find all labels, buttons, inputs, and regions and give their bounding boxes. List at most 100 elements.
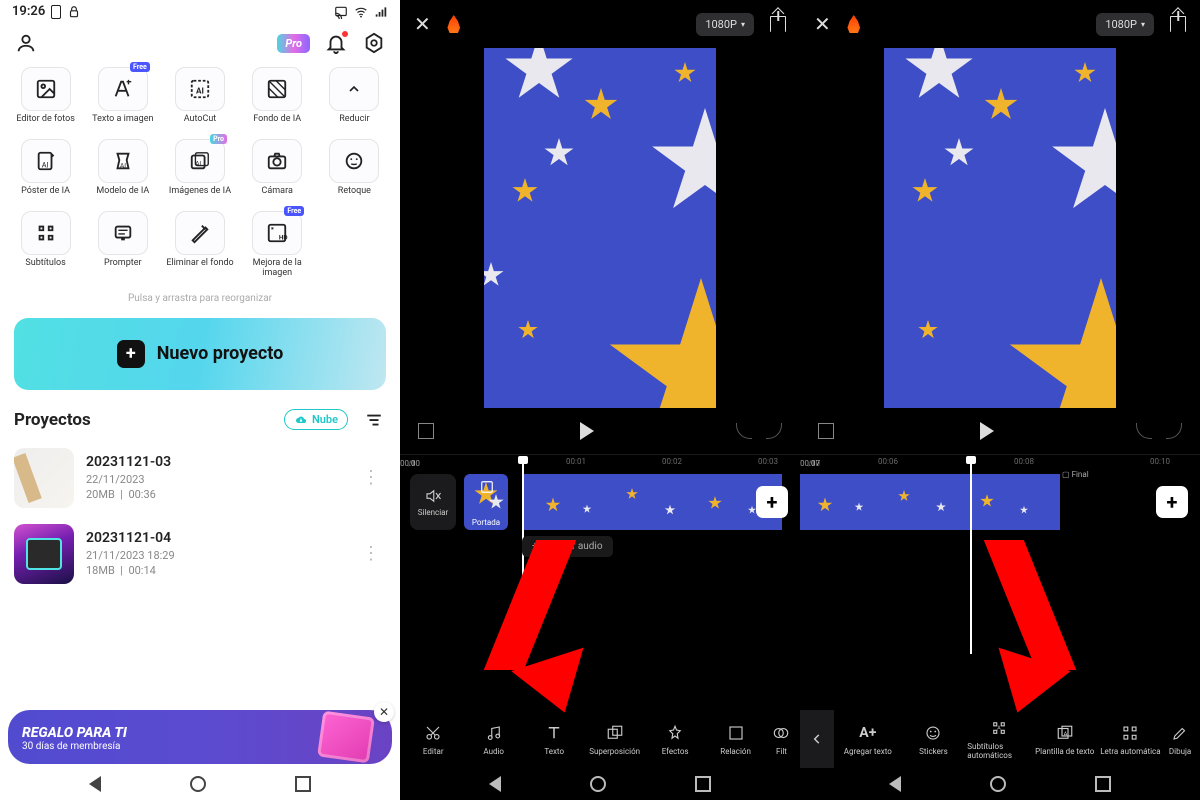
filter-icon[interactable] <box>362 408 386 432</box>
add-clip-button[interactable]: + <box>1156 486 1188 518</box>
tool-camara[interactable]: Cámara <box>240 139 315 205</box>
close-icon[interactable]: ✕ <box>414 12 431 36</box>
tool-eliminar-fondo[interactable]: Eliminar el fondo <box>162 211 237 279</box>
tool-letra-auto[interactable]: Letra automática <box>1099 723 1163 756</box>
tool-dibujar[interactable]: Dibuja <box>1164 723 1196 756</box>
pro-badge[interactable]: Pro <box>277 34 310 53</box>
tool-grid: Editor de fotos FreeTexto a imagen AIAut… <box>0 65 400 283</box>
more-icon[interactable]: ⋮ <box>356 467 386 488</box>
tool-fondo-ia[interactable]: Fondo de IA <box>240 67 315 133</box>
timeline-ruler[interactable]: 00:00 / 00:10 00:01 00:02 00:03 <box>400 454 800 470</box>
clip[interactable] <box>800 474 1060 530</box>
svg-text:A: A <box>1063 731 1067 738</box>
tool-stickers[interactable]: Stickers <box>902 723 966 756</box>
tool-editor-fotos[interactable]: Editor de fotos <box>8 67 83 133</box>
back-nav-icon[interactable] <box>889 776 901 792</box>
final-label: ▢ Final <box>1062 470 1089 479</box>
video-preview[interactable] <box>484 48 716 408</box>
play-icon[interactable] <box>980 422 994 440</box>
recents-nav-icon[interactable] <box>295 776 311 792</box>
tool-texto[interactable]: Texto <box>525 723 583 756</box>
panel-home: 19:26 Pro Editor de fotos FreeTexto <box>0 0 400 800</box>
android-navbar <box>400 768 800 800</box>
profile-icon[interactable] <box>14 31 38 55</box>
more-icon[interactable]: ⋮ <box>356 543 386 564</box>
project-name: 20231121-03 <box>86 454 344 470</box>
tool-editar[interactable]: Editar <box>404 723 462 756</box>
tool-efectos[interactable]: Efectos <box>646 723 704 756</box>
timeline[interactable]: Silenciar Portada + + Agregar audio <box>400 474 800 564</box>
undo-icon[interactable] <box>736 423 752 439</box>
tool-filtros[interactable]: Filt <box>767 723 796 756</box>
tool-superposicion[interactable]: Superposición <box>585 723 643 756</box>
resolution-button[interactable]: 1080P▾ <box>1096 13 1154 36</box>
fullscreen-icon[interactable] <box>818 423 834 439</box>
recents-nav-icon[interactable] <box>1095 776 1111 792</box>
tool-subtitulos-auto[interactable]: ASubtítulos automáticos <box>967 718 1031 760</box>
add-audio-button[interactable]: + Agregar audio <box>522 536 613 557</box>
timeline-ruler[interactable]: 00:07 / 00:10 00:06 00:08 00:10 <box>800 454 1200 470</box>
svg-text:AI: AI <box>196 87 204 97</box>
preview-controls <box>800 408 1200 454</box>
cast-icon <box>334 5 348 19</box>
settings-icon[interactable] <box>362 31 386 55</box>
tool-mejora-imagen[interactable]: FreeHDMejora de la imagen <box>240 211 315 279</box>
tool-retoque[interactable]: Retoque <box>317 139 392 205</box>
back-nav-icon[interactable] <box>89 776 101 792</box>
export-icon[interactable] <box>770 16 786 32</box>
tool-poster-ia[interactable]: AIPóster de IA <box>8 139 83 205</box>
tool-imagenes-ia[interactable]: ProAIImágenes de IA <box>162 139 237 205</box>
notifications-icon[interactable] <box>324 31 348 55</box>
home-nav-icon[interactable] <box>190 776 206 792</box>
project-item[interactable]: 20231121-04 21/11/2023 18:29 18MB | 00:1… <box>0 516 400 592</box>
tool-agregar-texto[interactable]: A+Agregar texto <box>836 723 900 756</box>
video-preview[interactable] <box>884 48 1116 408</box>
new-project-label: Nuevo proyecto <box>157 343 284 364</box>
home-nav-icon[interactable] <box>590 776 606 792</box>
gift-icon <box>317 711 375 764</box>
export-icon[interactable] <box>1170 16 1186 32</box>
tool-subtitulos[interactable]: Subtítulos <box>8 211 83 279</box>
tool-modelo-ia[interactable]: AIModelo de IA <box>85 139 160 205</box>
clip[interactable] <box>522 474 782 530</box>
svg-text:AI: AI <box>120 161 126 169</box>
playhead[interactable] <box>970 458 972 654</box>
tool-relacion[interactable]: Relación <box>706 723 764 756</box>
flame-icon[interactable] <box>447 15 461 33</box>
project-meta: 20MB | 00:36 <box>86 488 344 501</box>
back-button[interactable] <box>800 710 834 768</box>
fullscreen-icon[interactable] <box>418 423 434 439</box>
close-icon[interactable]: ✕ <box>814 12 831 36</box>
play-icon[interactable] <box>580 422 594 440</box>
resolution-button[interactable]: 1080P▾ <box>696 13 754 36</box>
tool-texto-imagen[interactable]: FreeTexto a imagen <box>85 67 160 133</box>
cloud-button[interactable]: Nube <box>284 409 348 430</box>
tool-plantilla-texto[interactable]: APlantilla de texto <box>1033 723 1097 756</box>
promo-banner[interactable]: REGALO PARA TI 30 días de membresía ✕ <box>8 710 392 764</box>
tool-audio[interactable]: Audio <box>464 723 522 756</box>
svg-text:HD: HD <box>279 233 288 241</box>
new-project-button[interactable]: + Nuevo proyecto <box>14 318 386 390</box>
flame-icon[interactable] <box>847 15 861 33</box>
svg-text:AI: AI <box>41 160 48 169</box>
android-navbar <box>0 768 400 800</box>
tool-autocut[interactable]: AIAutoCut <box>162 67 237 133</box>
redo-icon[interactable] <box>766 423 782 439</box>
cover-button[interactable]: Portada <box>464 474 508 530</box>
close-banner-icon[interactable]: ✕ <box>374 702 394 722</box>
recents-nav-icon[interactable] <box>695 776 711 792</box>
projects-title: Proyectos <box>14 410 91 430</box>
timeline[interactable]: ▢ Final + <box>800 474 1200 564</box>
back-nav-icon[interactable] <box>489 776 501 792</box>
project-date: 21/11/2023 18:29 <box>86 549 344 562</box>
tool-prompter[interactable]: Prompter <box>85 211 160 279</box>
editor-toolbar: Editar Audio Texto Superposición Efectos… <box>400 710 800 768</box>
tool-reducir[interactable]: Reducir <box>317 67 392 133</box>
banner-title: REGALO PARA TI <box>22 725 127 741</box>
add-clip-button[interactable]: + <box>756 486 788 518</box>
redo-icon[interactable] <box>1166 423 1182 439</box>
mute-button[interactable]: Silenciar <box>410 474 456 530</box>
undo-icon[interactable] <box>1136 423 1152 439</box>
home-nav-icon[interactable] <box>990 776 1006 792</box>
project-item[interactable]: 20231121-03 22/11/2023 20MB | 00:36 ⋮ <box>0 440 400 516</box>
